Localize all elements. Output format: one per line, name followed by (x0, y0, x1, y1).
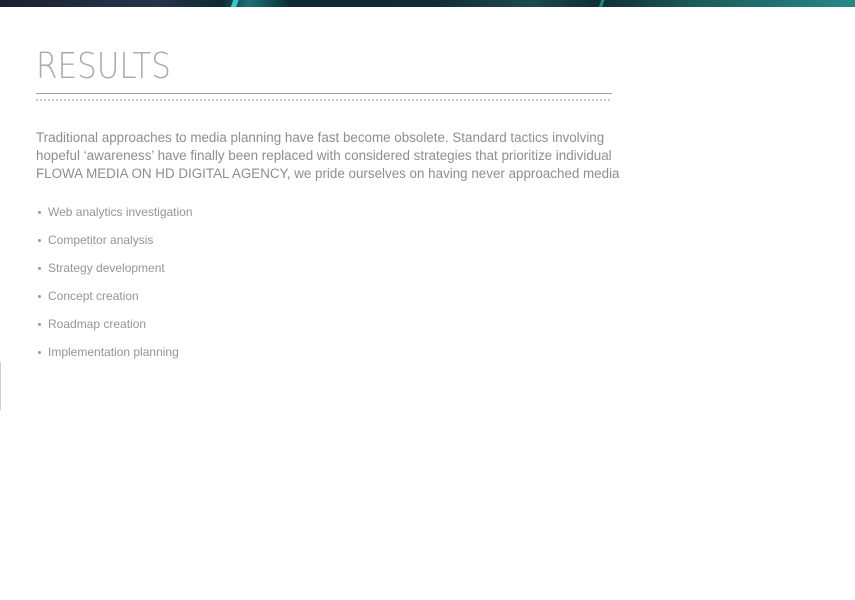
list-item: Implementation planning (36, 344, 616, 360)
title-dotted-divider (36, 99, 610, 101)
bullet-icon (38, 294, 41, 298)
main-content: RESULTS Traditional approaches to media … (36, 46, 620, 372)
intro-line: FLOWA MEDIA ON HD DIGITAL AGENCY, we pri… (36, 166, 620, 181)
list-item-label: Implementation planning (48, 345, 179, 359)
list-item: Web analytics investigation (36, 204, 616, 220)
list-item-label: Web analytics investigation (48, 205, 193, 219)
banner-light-streak (597, 0, 606, 7)
bullet-icon (38, 350, 41, 354)
left-edge-divider (0, 362, 1, 410)
list-item-label: Concept creation (48, 289, 139, 303)
page-title: RESULTS (36, 46, 171, 87)
bullet-icon (38, 210, 41, 214)
title-underline (36, 93, 612, 94)
top-banner-image (0, 0, 855, 7)
list-item: Concept creation (36, 288, 616, 304)
intro-line: hopeful ‘awareness’ have finally been re… (36, 148, 612, 163)
services-list: Web analytics investigation Competitor a… (36, 204, 616, 360)
banner-light-streak (229, 0, 240, 7)
bullet-icon (38, 238, 41, 242)
list-item-label: Strategy development (48, 261, 165, 275)
list-item: Strategy development (36, 260, 616, 276)
list-item-label: Competitor analysis (48, 233, 154, 247)
list-item: Roadmap creation (36, 316, 616, 332)
intro-line: Traditional approaches to media planning… (36, 130, 605, 145)
list-item: Competitor analysis (36, 232, 616, 248)
intro-paragraph: Traditional approaches to media planning… (36, 129, 636, 183)
bullet-icon (38, 266, 41, 270)
list-item-label: Roadmap creation (48, 317, 147, 331)
bullet-icon (38, 322, 41, 326)
